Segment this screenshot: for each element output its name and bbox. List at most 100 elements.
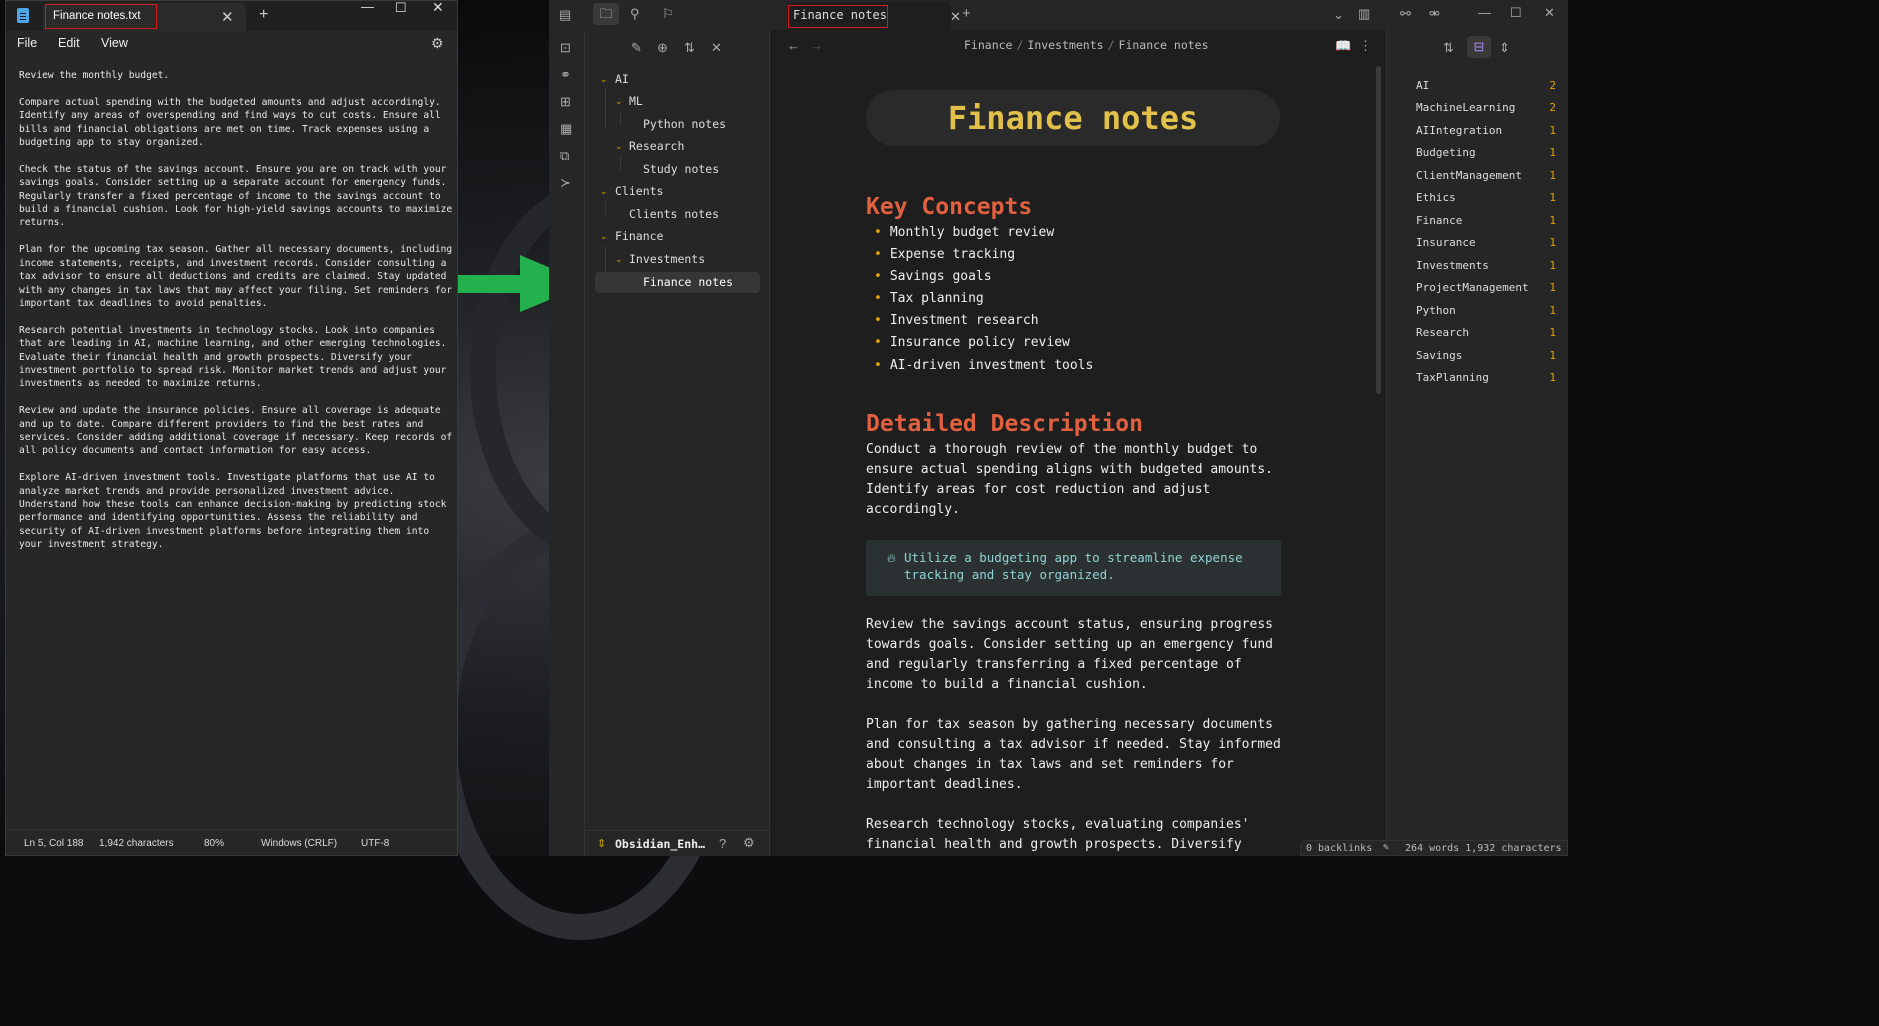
bookmark-icon[interactable]: ⚐ [662, 7, 674, 21]
sort-icon[interactable]: ⇅ [1443, 41, 1454, 55]
back-arrow-icon[interactable]: ← [787, 39, 800, 53]
list-item: Expense tracking [874, 244, 1093, 266]
help-icon[interactable]: ? [719, 837, 726, 851]
folder-ai[interactable]: AI [615, 72, 629, 86]
search-icon[interactable]: ⚲ [630, 7, 640, 21]
file-python-notes[interactable]: Python notes [643, 117, 726, 131]
daily-note-icon[interactable]: ▦ [560, 122, 572, 136]
paragraph: Conduct a thorough review of the monthly… [866, 442, 1273, 517]
breadcrumb: Finance / Investments / Finance notes [964, 38, 1209, 52]
tag-count: 1 [1549, 349, 1556, 362]
scrollbar[interactable] [1376, 66, 1381, 394]
tag-row[interactable]: Research 1 [1416, 326, 1556, 339]
list-item: Savings goals [874, 266, 1093, 288]
tag-count: 1 [1549, 371, 1556, 384]
tag-row[interactable]: Finance 1 [1416, 214, 1556, 227]
collapse-all-icon[interactable]: ✕ [711, 41, 722, 55]
maximize-icon[interactable]: ☐ [395, 1, 407, 16]
link-icon[interactable]: ⚯ [1400, 7, 1411, 21]
file-clients-notes[interactable]: Clients notes [629, 207, 719, 221]
encoding[interactable]: UTF-8 [361, 838, 389, 849]
new-folder-icon[interactable]: ⊕ [657, 41, 668, 55]
tag-row[interactable]: ClientManagement 1 [1416, 169, 1556, 182]
minimize-icon[interactable]: — [1478, 6, 1491, 20]
expand-collapse-icon[interactable]: ⇕ [1499, 41, 1510, 55]
folder-research[interactable]: Research [629, 139, 684, 153]
templates-icon[interactable]: ⧉ [560, 149, 569, 163]
chevron-down-icon[interactable]: ⌄ [615, 254, 623, 265]
settings-gear-icon[interactable]: ⚙ [431, 35, 444, 52]
folder-investments[interactable]: Investments [629, 252, 705, 266]
zoom-level[interactable]: 80% [204, 838, 224, 849]
settings-gear-icon[interactable]: ⚙ [743, 836, 755, 850]
notepad-menubar: File Edit View ⚙ [6, 31, 457, 57]
maximize-icon[interactable]: ☐ [1510, 6, 1522, 20]
right-sidebar-toggle-icon[interactable]: ▥ [1358, 7, 1370, 21]
notepad-tab[interactable]: Finance notes.txt ✕ [43, 3, 246, 31]
tag-row[interactable]: Investments 1 [1416, 259, 1556, 272]
tag-row[interactable]: AI 2 [1416, 79, 1556, 92]
tag-row[interactable]: Ethics 1 [1416, 191, 1556, 204]
close-window-icon[interactable]: ✕ [432, 0, 444, 15]
line-ending[interactable]: Windows (CRLF) [261, 838, 337, 849]
menu-view[interactable]: View [101, 36, 128, 50]
terminal-icon[interactable]: ≻ [560, 176, 571, 190]
forward-arrow-icon[interactable]: → [810, 39, 823, 53]
tag-name: Python [1416, 304, 1456, 317]
tag-name: Finance [1416, 214, 1463, 227]
open-quick-switcher-icon[interactable]: ⊡ [560, 41, 571, 55]
new-tab-icon[interactable]: + [259, 6, 268, 24]
folder-finance[interactable]: Finance [615, 229, 663, 243]
folder-clients[interactable]: Clients [615, 184, 663, 198]
more-options-icon[interactable]: ⋮ [1359, 39, 1372, 53]
tag-count: 1 [1549, 259, 1556, 272]
file-study-notes[interactable]: Study notes [643, 162, 719, 176]
tag-row[interactable]: Budgeting 1 [1416, 146, 1556, 159]
chevron-down-icon[interactable]: ⌄ [600, 231, 608, 242]
tag-name: ClientManagement [1416, 169, 1522, 182]
close-tab-icon[interactable]: ✕ [950, 9, 961, 25]
menu-file[interactable]: File [17, 36, 37, 50]
notepad-text-area[interactable]: Review the monthly budget. Compare actua… [19, 69, 459, 552]
backlinks-count[interactable]: 0 backlinks [1306, 843, 1372, 854]
new-tab-icon[interactable]: + [962, 6, 971, 21]
tag-count: 1 [1549, 304, 1556, 317]
chevron-down-icon[interactable]: ⌄ [600, 74, 608, 85]
vault-switcher[interactable]: ⇕ Obsidian_Enh… ? ⚙ [585, 830, 770, 856]
close-tab-icon[interactable]: ✕ [221, 8, 234, 26]
unlink-icon[interactable]: ⚮ [1429, 7, 1440, 21]
tag-row[interactable]: ProjectManagement 1 [1416, 281, 1556, 294]
list-item: Monthly budget review [874, 222, 1093, 244]
tag-row[interactable]: MachineLearning 2 [1416, 101, 1556, 114]
tag-row[interactable]: Savings 1 [1416, 349, 1556, 362]
new-note-icon[interactable]: ✎ [631, 41, 642, 55]
sidebar-toggle-icon[interactable]: ▤ [559, 8, 571, 22]
sort-icon[interactable]: ⇅ [684, 41, 695, 55]
tag-tree-icon[interactable]: ⊟ [1467, 36, 1491, 58]
breadcrumb-investments[interactable]: Investments [1027, 38, 1103, 52]
paragraph: Research technology stocks, evaluating c… [866, 817, 1250, 852]
canvas-icon[interactable]: ⊞ [560, 95, 571, 109]
reading-view-icon[interactable]: 📖 [1335, 39, 1351, 53]
menu-edit[interactable]: Edit [58, 36, 80, 50]
files-icon[interactable]: 🗀 [593, 3, 619, 25]
tags-pane: ⇅ ⊟ ⇕ AI 2 MachineLearning 2 AIIntegration… [1386, 30, 1568, 856]
folder-ml[interactable]: ML [629, 94, 643, 108]
graph-view-icon[interactable]: ⚭ [560, 68, 571, 82]
tag-row[interactable]: TaxPlanning 1 [1416, 371, 1556, 384]
breadcrumb-finance[interactable]: Finance [964, 38, 1012, 52]
file-finance-notes[interactable]: Finance notes [643, 275, 733, 289]
close-window-icon[interactable]: ✕ [1544, 6, 1555, 20]
tag-row[interactable]: Insurance 1 [1416, 236, 1556, 249]
chevron-down-icon[interactable]: ⌄ [600, 186, 608, 197]
tag-row[interactable]: Python 1 [1416, 304, 1556, 317]
minimize-icon[interactable]: — [361, 0, 374, 15]
chevron-down-icon[interactable]: ⌄ [615, 141, 623, 152]
tab-list-chevron-icon[interactable]: ⌄ [1333, 8, 1344, 22]
tag-count: 1 [1549, 281, 1556, 294]
tab-finance-notes[interactable]: Finance notes ✕ [787, 2, 961, 30]
tag-row[interactable]: AIIntegration 1 [1416, 124, 1556, 137]
pencil-icon[interactable]: ✎ [1383, 842, 1389, 853]
chevron-down-icon[interactable]: ⌄ [615, 96, 623, 107]
heading-detailed-description: Detailed Description [866, 411, 1143, 437]
